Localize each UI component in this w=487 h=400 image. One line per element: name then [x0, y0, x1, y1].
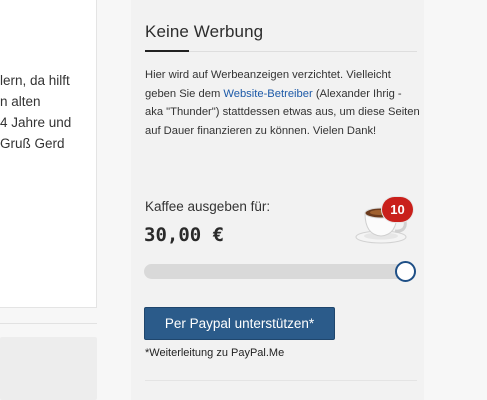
article-text-line: 4 Jahre und	[0, 115, 72, 130]
widget-description: Hier wird auf Werbeanzeigen verzichtet. …	[145, 66, 420, 140]
article-card: lern, da hilft n alten 4 Jahre und Gruß …	[0, 0, 97, 308]
divider	[145, 380, 417, 381]
divider	[0, 323, 97, 324]
article-text-line: Gruß Gerd	[0, 136, 65, 151]
heading-accent-bar	[145, 50, 189, 52]
sidebar-widget: Keine Werbung Hier wird auf Werbeanzeige…	[131, 0, 424, 400]
donation-amount: 30,00 €	[144, 224, 225, 246]
widget-heading: Keine Werbung	[145, 22, 264, 41]
cup-count-badge: 10	[382, 197, 413, 222]
coffee-label: Kaffee ausgeben für:	[145, 199, 271, 214]
comment-box	[0, 337, 97, 400]
paypal-support-button[interactable]: Per Paypal unterstützen*	[144, 307, 335, 340]
redirect-note: *Weiterleitung zu PayPal.Me	[145, 347, 285, 359]
article-text-line: n alten	[0, 94, 41, 109]
amount-slider-handle[interactable]	[395, 261, 416, 282]
website-owner-link[interactable]: Website-Betreiber	[223, 88, 312, 100]
amount-slider-track[interactable]	[144, 264, 414, 279]
article-text-line: lern, da hilft	[0, 73, 70, 88]
